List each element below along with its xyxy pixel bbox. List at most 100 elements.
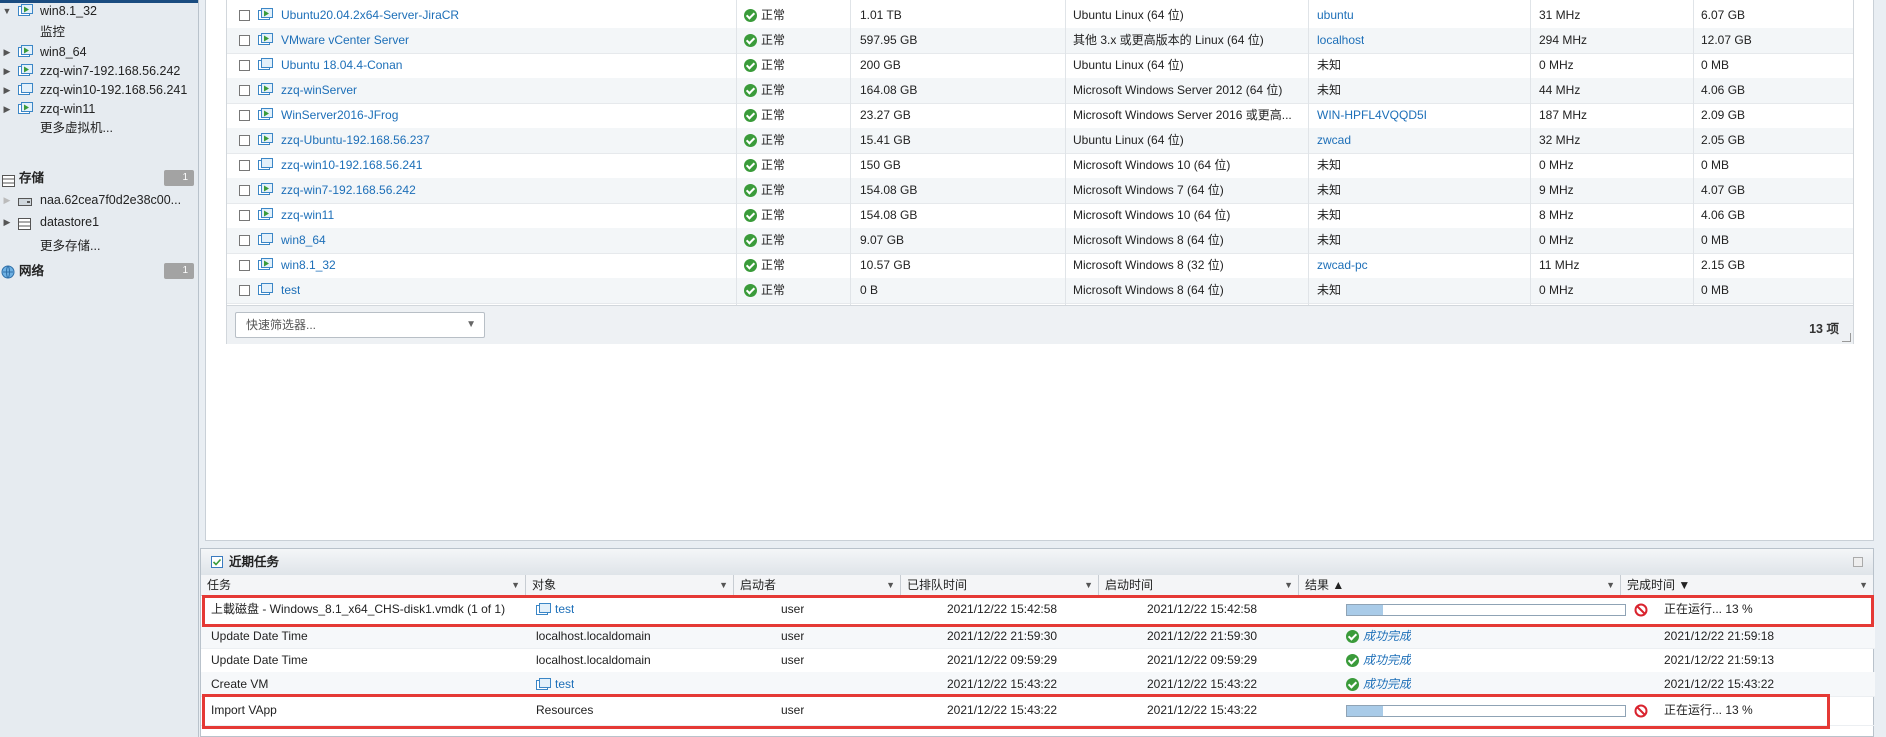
vm-guest-os: Ubuntu Linux (64 位) bbox=[1073, 58, 1184, 72]
row-checkbox[interactable] bbox=[239, 10, 250, 21]
sidebar-item-link[interactable]: 监控 bbox=[0, 21, 198, 43]
cancel-task-icon[interactable] bbox=[1634, 603, 1648, 617]
task-row[interactable]: Update Date Time localhost.localdomain use… bbox=[201, 624, 1875, 649]
vm-used-space: 154.08 GB bbox=[860, 208, 918, 222]
row-checkbox[interactable] bbox=[239, 210, 250, 221]
sidebar-item-vm[interactable]: ▼ win8.1_32 bbox=[0, 0, 198, 22]
vm-name-link[interactable]: Ubuntu20.04.2x64-Server-JiraCR bbox=[281, 3, 459, 28]
vm-memory-size: 2.09 GB bbox=[1701, 108, 1746, 122]
row-checkbox[interactable] bbox=[239, 160, 250, 171]
vm-name-link[interactable]: VMware vCenter Server bbox=[281, 28, 409, 53]
sidebar-section-storage[interactable]: 存储 1 bbox=[0, 167, 198, 189]
vm-name-link[interactable]: test bbox=[281, 278, 300, 303]
resize-grip-icon[interactable] bbox=[1842, 333, 1851, 342]
vm-table-row[interactable]: zzq-win11 正常 154.08 GB Microsoft Windows 10… bbox=[227, 203, 1853, 229]
vm-name-link[interactable]: WinServer2016-JFrog bbox=[281, 103, 398, 128]
vm-name-link[interactable]: zzq-win11 bbox=[281, 203, 334, 228]
vm-table-row[interactable]: WinServer2016-JFrog 正常 23.27 GB Microsoft W… bbox=[227, 103, 1853, 129]
task-result: 成功完成 bbox=[1346, 624, 1411, 648]
vm-guest-os: 其他 3.x 或更高版本的 Linux (64 位) bbox=[1073, 33, 1264, 47]
vm-name-link[interactable]: zzq-win10-192.168.56.241 bbox=[281, 153, 422, 178]
task-row[interactable]: 上載磁盘 - Windows_8.1_x64_CHS-disk1.vmdk (1… bbox=[201, 595, 1875, 625]
task-object[interactable]: test bbox=[536, 595, 574, 624]
vm-host-name[interactable]: zwcad-pc bbox=[1317, 253, 1368, 278]
vm-cpu-usage: 294 MHz bbox=[1539, 33, 1588, 47]
vm-name-link[interactable]: zzq-win7-192.168.56.242 bbox=[281, 178, 416, 203]
vm-name-link[interactable]: win8_64 bbox=[281, 228, 326, 253]
sidebar-item-datastore1[interactable]: ▶ datastore1 bbox=[0, 211, 198, 233]
task-row[interactable]: Create VM test 2021/12/22 15:43:22 2021/12/… bbox=[201, 672, 1875, 697]
vm-name-link[interactable]: zzq-winServer bbox=[281, 78, 357, 103]
vm-status-text: 正常 bbox=[761, 8, 786, 22]
vm-status-text: 正常 bbox=[761, 83, 786, 97]
column-header-start-time[interactable]: 启动时间 ▼ bbox=[1099, 575, 1299, 595]
vm-table-row[interactable]: VMware vCenter Server 正常 597.95 GB 其他 3.x 或… bbox=[227, 28, 1853, 54]
recent-tasks-header: 近期任务 bbox=[201, 549, 1873, 576]
cancel-task-icon[interactable] bbox=[1634, 704, 1648, 718]
vm-status: 正常 bbox=[744, 178, 785, 203]
vm-host-name[interactable]: WIN-HPFL4VQQD5I bbox=[1317, 103, 1427, 128]
vm-table-row[interactable]: win8.1_32 正常 10.57 GB Microsoft Windows 8 (… bbox=[227, 253, 1853, 279]
row-checkbox[interactable] bbox=[239, 260, 250, 271]
quick-filter-dropdown[interactable]: 快速筛选器... ▼ bbox=[235, 312, 485, 338]
task-row[interactable]: Import VApp Resources user 2021/12/22 15:43… bbox=[201, 696, 1875, 726]
column-header-queued-time[interactable]: 已排队时间 ▼ bbox=[901, 575, 1099, 595]
sidebar-section-network[interactable]: 网络 1 bbox=[0, 260, 198, 282]
vm-table-row[interactable]: Ubuntu 18.04.4-Conan 正常 200 GB Ubuntu Linux… bbox=[227, 53, 1853, 79]
vm-host-name[interactable]: localhost bbox=[1317, 28, 1364, 53]
vm-status: 正常 bbox=[744, 128, 785, 153]
row-checkbox[interactable] bbox=[239, 235, 250, 246]
chevron-down-icon[interactable]: ▼ bbox=[2, 0, 12, 22]
collapse-panel-icon[interactable] bbox=[1853, 557, 1863, 567]
vm-table-row[interactable]: test 正常 0 B Microsoft Windows 8 (64 位) 未知 0 M… bbox=[227, 278, 1853, 304]
sidebar-item-more-storage[interactable]: 更多存储... bbox=[0, 235, 198, 257]
task-queued-time: 2021/12/22 15:43:22 bbox=[947, 677, 1058, 691]
row-checkbox[interactable] bbox=[239, 135, 250, 146]
task-row[interactable]: Update Date Time localhost.localdomain use… bbox=[201, 648, 1875, 673]
vm-cpu-usage: 8 MHz bbox=[1539, 208, 1574, 222]
column-header-initiator[interactable]: 启动者 ▼ bbox=[734, 575, 901, 595]
vm-table-row[interactable]: zzq-win7-192.168.56.242 正常 154.08 GB Micros… bbox=[227, 178, 1853, 204]
vm-cpu-usage: 32 MHz bbox=[1539, 133, 1581, 147]
chevron-down-icon: ▼ bbox=[719, 580, 728, 590]
vm-host-name[interactable]: ubuntu bbox=[1317, 3, 1354, 28]
column-header-complete-time[interactable]: 完成时间 ▼ ▼ bbox=[1621, 575, 1873, 595]
vm-table-row[interactable]: win8_64 正常 9.07 GB Microsoft Windows 8 (64 … bbox=[227, 228, 1853, 254]
vm-name-link[interactable]: zzq-Ubuntu-192.168.56.237 bbox=[281, 128, 430, 153]
vm-status: 正常 bbox=[744, 103, 785, 128]
vm-guest-os: Ubuntu Linux (64 位) bbox=[1073, 133, 1184, 147]
column-header-task[interactable]: 任务 ▼ bbox=[201, 575, 526, 595]
vm-status: 正常 bbox=[744, 78, 785, 103]
row-checkbox[interactable] bbox=[239, 85, 250, 96]
sidebar-item-storage-naa[interactable]: ▶ naa.62cea7f0d2e38c00... bbox=[0, 189, 198, 211]
vm-used-space: 200 GB bbox=[860, 58, 901, 72]
vm-status-text: 正常 bbox=[761, 158, 786, 172]
task-object: localhost.localdomain bbox=[536, 648, 651, 672]
vm-table-row[interactable]: zzq-winServer 正常 164.08 GB Microsoft Window… bbox=[227, 78, 1853, 104]
recent-tasks-title: 近期任务 bbox=[229, 555, 280, 569]
task-queued-time: 2021/12/22 21:59:30 bbox=[947, 629, 1058, 643]
row-checkbox[interactable] bbox=[239, 285, 250, 296]
vm-memory-size: 4.07 GB bbox=[1701, 183, 1746, 197]
task-complete-time: 正在运行... 13 % bbox=[1664, 602, 1753, 616]
sidebar-network-label: 网络 bbox=[19, 264, 45, 278]
vm-host-name[interactable]: zwcad bbox=[1317, 128, 1351, 153]
sidebar-item-link[interactable]: 更多虚拟机... bbox=[0, 117, 198, 139]
status-ok-icon bbox=[744, 159, 757, 173]
vm-memory-size: 4.06 GB bbox=[1701, 208, 1746, 222]
vm-table-row[interactable]: zzq-Ubuntu-192.168.56.237 正常 15.41 GB Ubunt… bbox=[227, 128, 1853, 154]
row-checkbox[interactable] bbox=[239, 60, 250, 71]
column-header-result[interactable]: 结果 ▲ ▼ bbox=[1299, 575, 1621, 595]
row-checkbox[interactable] bbox=[239, 185, 250, 196]
task-result: 成功完成 bbox=[1346, 648, 1411, 672]
row-checkbox[interactable] bbox=[239, 110, 250, 121]
storage-count-badge: 1 bbox=[164, 170, 194, 186]
column-header-object[interactable]: 对象 ▼ bbox=[526, 575, 734, 595]
vm-name-link[interactable]: Ubuntu 18.04.4-Conan bbox=[281, 53, 402, 78]
task-object[interactable]: test bbox=[536, 672, 574, 696]
vm-table-row[interactable]: Ubuntu20.04.2x64-Server-JiraCR 正常 1.01 TB U… bbox=[227, 3, 1853, 29]
row-checkbox[interactable] bbox=[239, 35, 250, 46]
vm-table-row[interactable]: zzq-win10-192.168.56.241 正常 150 GB Microsof… bbox=[227, 153, 1853, 179]
vm-cpu-usage: 44 MHz bbox=[1539, 83, 1581, 97]
vm-name-link[interactable]: win8.1_32 bbox=[281, 253, 336, 278]
